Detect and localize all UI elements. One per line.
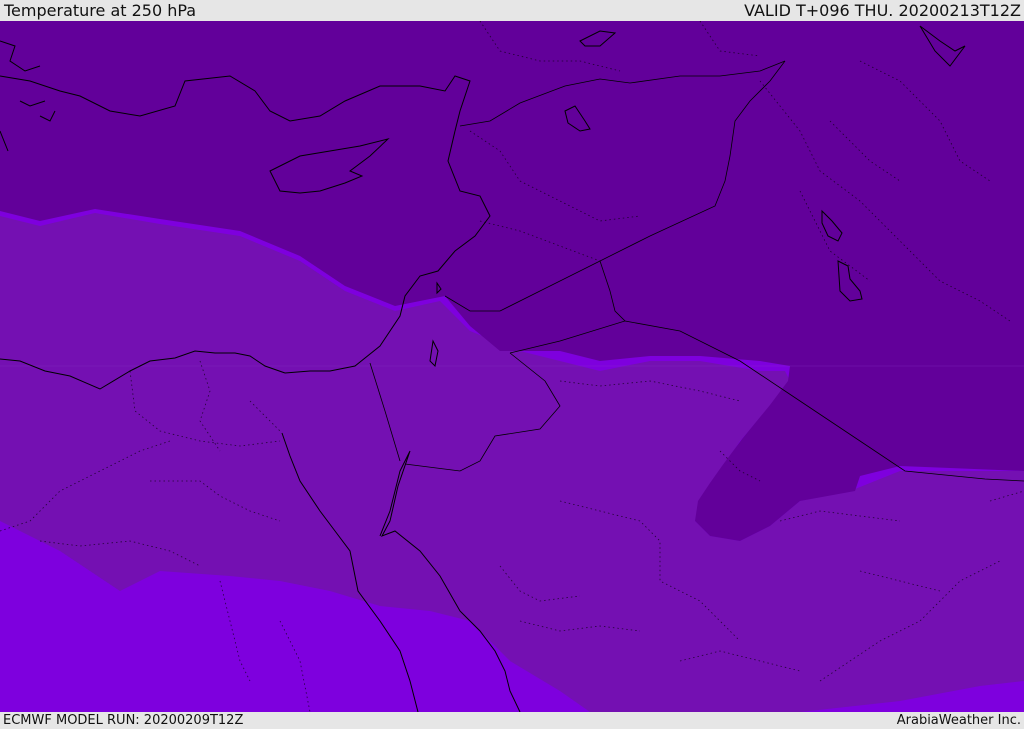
map-title: Temperature at 250 hPa: [4, 1, 197, 20]
header-bar: Temperature at 250 hPa VALID T+096 THU. …: [0, 0, 1024, 21]
model-run-label: ECMWF MODEL RUN: 20200209T12Z: [3, 713, 244, 728]
valid-time-label: VALID T+096 THU. 20200213T12Z: [744, 1, 1021, 20]
map-canvas[interactable]: [0, 21, 1024, 712]
footer-bar: ECMWF MODEL RUN: 20200209T12Z ArabiaWeat…: [0, 712, 1024, 729]
map-svg: [0, 21, 1024, 712]
map-frame: Temperature at 250 hPa VALID T+096 THU. …: [0, 0, 1024, 729]
credit-label: ArabiaWeather Inc.: [896, 713, 1021, 728]
